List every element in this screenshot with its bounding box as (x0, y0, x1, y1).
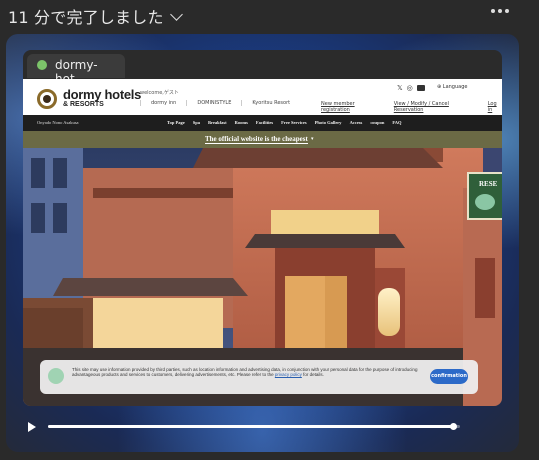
playback-controls (6, 414, 519, 444)
more-options-icon[interactable] (491, 8, 509, 14)
main-nav: Onyado Nono Asakusa Top Page Spa Breakfa… (23, 115, 502, 131)
logo-line2: & RESORTS (63, 101, 104, 108)
hotel-name: Onyado Nono Asakusa (37, 120, 79, 125)
top-bar: 11 分で完了しました (0, 0, 539, 32)
reserve-button[interactable]: RESE (467, 172, 502, 220)
site-logo[interactable]: dormy hotels & RESORTS (63, 88, 141, 109)
privacy-policy-link[interactable]: privacy policy (275, 372, 302, 377)
mascot-icon (48, 368, 64, 384)
nav-item[interactable]: Spa (193, 120, 200, 125)
window-title-text: 11 分で完了しました (8, 8, 164, 27)
hero-image: RESE This site may use information provi… (23, 148, 502, 406)
social-links: 𝕏 ◎ (397, 84, 425, 92)
brand-link[interactable]: Kyoritsu Resort (241, 100, 300, 106)
cheapest-banner[interactable]: The official website is the cheapest ▾ (23, 131, 502, 148)
progress-track[interactable] (48, 423, 460, 430)
youtube-icon[interactable] (416, 85, 425, 91)
progress-thumb[interactable] (450, 423, 458, 430)
nav-item[interactable]: Free Services (281, 120, 307, 125)
banner-text: The official website is the cheapest (205, 135, 308, 144)
web-page: dormy hotels & RESORTS welcome,ゲスト dormy… (23, 79, 502, 406)
brand-nav: dormy inn DOMINISTYLE Kyoritsu Resort (140, 100, 300, 106)
instagram-icon[interactable]: ◎ (407, 84, 413, 92)
site-header: dormy hotels & RESORTS welcome,ゲスト dormy… (23, 79, 502, 115)
reserve-label: RESE (479, 180, 498, 188)
logo-icon[interactable] (37, 89, 57, 109)
reservation-link[interactable]: View / Modify / Cancel Reservation (394, 101, 476, 113)
nav-links: Top Page Spa Breakfast Rooms Facilities … (167, 120, 402, 125)
nav-item[interactable]: Access (350, 120, 363, 125)
welcome-text: welcome,ゲスト (140, 90, 179, 96)
nav-item[interactable]: Breakfast (208, 120, 227, 125)
play-icon[interactable] (28, 422, 36, 432)
x-icon[interactable]: 𝕏 (397, 84, 403, 92)
video-player[interactable]: dormy-hot… dormy hotels & RESORTS welcom… (6, 34, 519, 452)
cookie-notice: This site may use information provided b… (40, 360, 478, 394)
mascot-icon (475, 194, 495, 210)
browser-window: dormy-hot… dormy hotels & RESORTS welcom… (23, 50, 502, 406)
nav-item[interactable]: Photo Gallery (315, 120, 342, 125)
account-links: New member registration View / Modify / … (321, 101, 502, 113)
nav-item[interactable]: Facilities (256, 120, 273, 125)
language-selector[interactable]: ⊕ Language (437, 84, 467, 90)
nav-item[interactable]: FAQ (392, 120, 401, 125)
banner-caret-icon: ▾ (311, 136, 314, 142)
nav-item[interactable]: Rooms (235, 120, 248, 125)
nav-item[interactable]: coupon (370, 120, 384, 125)
cookie-message: This site may use information provided b… (72, 367, 422, 378)
favicon-icon (37, 60, 47, 70)
login-link[interactable]: Log in (488, 101, 502, 113)
nav-item[interactable]: Top Page (167, 120, 185, 125)
logo-line1: dormy hotels (63, 87, 142, 102)
register-link[interactable]: New member registration (321, 101, 382, 113)
browser-tab[interactable]: dormy-hot… (27, 54, 125, 86)
window-title[interactable]: 11 分で完了しました (8, 4, 183, 28)
cookie-tail: for details. (301, 372, 324, 378)
progress-fill (48, 425, 454, 428)
brand-link[interactable]: DOMINISTYLE (186, 100, 241, 106)
confirmation-button[interactable]: confirmation (430, 369, 468, 384)
chevron-down-icon[interactable] (169, 8, 183, 21)
brand-link[interactable]: dormy inn (140, 100, 186, 106)
cookie-text: This site may use information provided b… (72, 367, 418, 378)
